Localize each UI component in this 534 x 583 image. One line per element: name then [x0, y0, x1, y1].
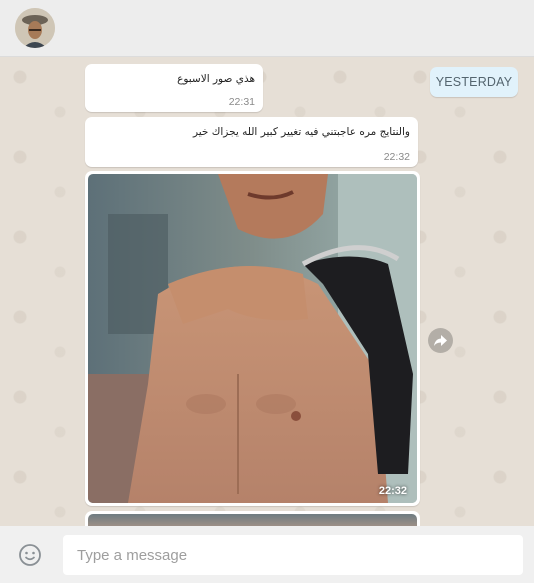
chat-header	[0, 0, 534, 57]
image-message[interactable]	[85, 511, 420, 526]
message-time: 22:32	[383, 151, 410, 163]
message-bubble[interactable]: والنتايج مره عاجبتني فيه تغيير كبير الله…	[85, 117, 418, 167]
image-message[interactable]: 22:32	[85, 171, 420, 506]
message-input[interactable]	[63, 535, 523, 575]
message-time: 22:32	[378, 485, 407, 497]
message-list[interactable]: YESTERDAY هذي صور الاسبوع 22:31 والنتايج…	[0, 57, 534, 526]
avatar-image	[15, 8, 55, 48]
message-text: هذي صور الاسبوع	[177, 73, 255, 85]
message-bubble[interactable]: هذي صور الاسبوع 22:31	[85, 64, 263, 112]
date-divider: YESTERDAY	[430, 67, 518, 97]
message-time: 22:31	[228, 96, 255, 108]
message-photo[interactable]	[88, 514, 417, 526]
forward-icon	[434, 335, 447, 346]
message-photo[interactable]: 22:32	[88, 174, 417, 503]
forward-button[interactable]	[428, 328, 453, 353]
smiley-icon[interactable]	[18, 543, 42, 567]
message-text: والنتايج مره عاجبتني فيه تغيير كبير الله…	[192, 126, 410, 138]
contact-avatar[interactable]	[15, 8, 55, 48]
photo-image	[88, 174, 417, 503]
composer	[0, 526, 534, 583]
